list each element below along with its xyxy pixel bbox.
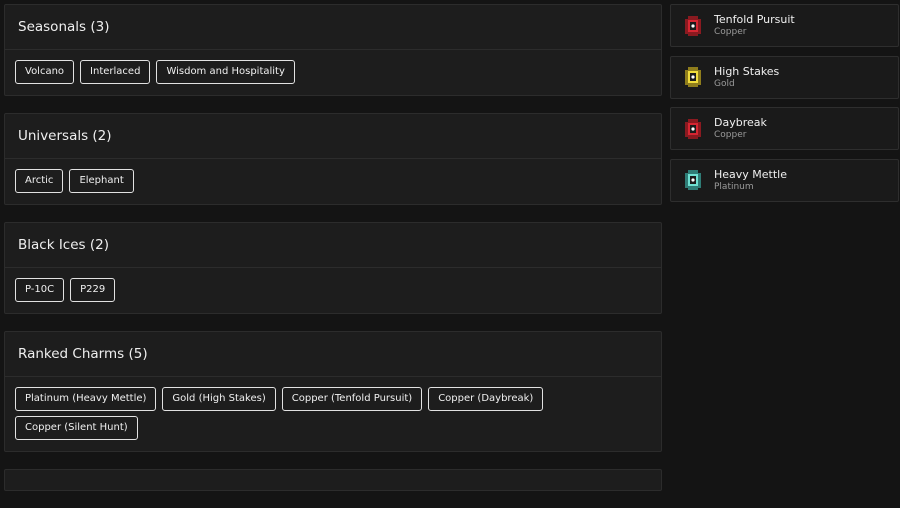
- item-chip[interactable]: Interlaced: [80, 60, 151, 84]
- charm-tier: Copper: [714, 130, 747, 140]
- loadout-sections: Seasonals (3) Volcano Interlaced Wisdom …: [4, 4, 662, 508]
- charm-list: Tenfold Pursuit Copper High Stakes Gold: [670, 4, 899, 210]
- item-chip[interactable]: Gold (High Stakes): [162, 387, 276, 411]
- section-black-ices: Black Ices (2) P-10C P229: [4, 222, 662, 314]
- section-seasonals: Seasonals (3) Volcano Interlaced Wisdom …: [4, 4, 662, 96]
- chip-list: Arctic Elephant: [5, 159, 661, 204]
- charm-card[interactable]: Tenfold Pursuit Copper: [670, 4, 899, 47]
- item-chip[interactable]: Copper (Silent Hunt): [15, 416, 138, 440]
- chip-list: P-10C P229: [5, 268, 661, 313]
- item-chip[interactable]: Wisdom and Hospitality: [156, 60, 295, 84]
- charm-copper-icon: [682, 13, 704, 39]
- charm-gold-icon: [682, 64, 704, 90]
- section-partial: [4, 469, 662, 491]
- item-chip[interactable]: Copper (Daybreak): [428, 387, 544, 411]
- item-chip[interactable]: Volcano: [15, 60, 75, 84]
- charm-name: Daybreak: [714, 116, 767, 129]
- chip-list: Platinum (Heavy Mettle) Gold (High Stake…: [5, 377, 661, 451]
- item-chip[interactable]: P-10C: [15, 278, 65, 302]
- item-chip[interactable]: Copper (Tenfold Pursuit): [281, 387, 423, 411]
- item-chip[interactable]: Platinum (Heavy Mettle): [15, 387, 157, 411]
- charm-name: Tenfold Pursuit: [714, 13, 795, 26]
- item-chip[interactable]: Arctic: [15, 169, 64, 193]
- item-chip[interactable]: P229: [70, 278, 116, 302]
- charm-tier: Gold: [714, 78, 735, 89]
- section-title: Seasonals (3): [5, 5, 661, 50]
- section-title: Universals (2): [5, 114, 661, 159]
- charm-platinum-icon: [682, 167, 704, 193]
- charm-name: High Stakes: [714, 64, 780, 78]
- charm-name: Heavy Mettle: [714, 167, 788, 181]
- section-title: Black Ices (2): [5, 223, 661, 268]
- chip-list: Volcano Interlaced Wisdom and Hospitalit…: [5, 50, 661, 95]
- charm-tier: Copper: [714, 27, 747, 37]
- charm-tier: Platinum: [714, 181, 754, 192]
- charm-card[interactable]: Daybreak Copper: [670, 107, 899, 150]
- section-universals: Universals (2) Arctic Elephant: [4, 113, 662, 205]
- charm-card[interactable]: High Stakes Gold: [670, 55, 899, 99]
- section-ranked-charms: Ranked Charms (5) Platinum (Heavy Mettle…: [4, 331, 662, 452]
- section-title: Ranked Charms (5): [5, 332, 661, 377]
- charm-card[interactable]: Heavy Mettle Platinum: [670, 158, 899, 202]
- item-chip[interactable]: Elephant: [69, 169, 134, 193]
- charm-copper-icon: [682, 116, 704, 142]
